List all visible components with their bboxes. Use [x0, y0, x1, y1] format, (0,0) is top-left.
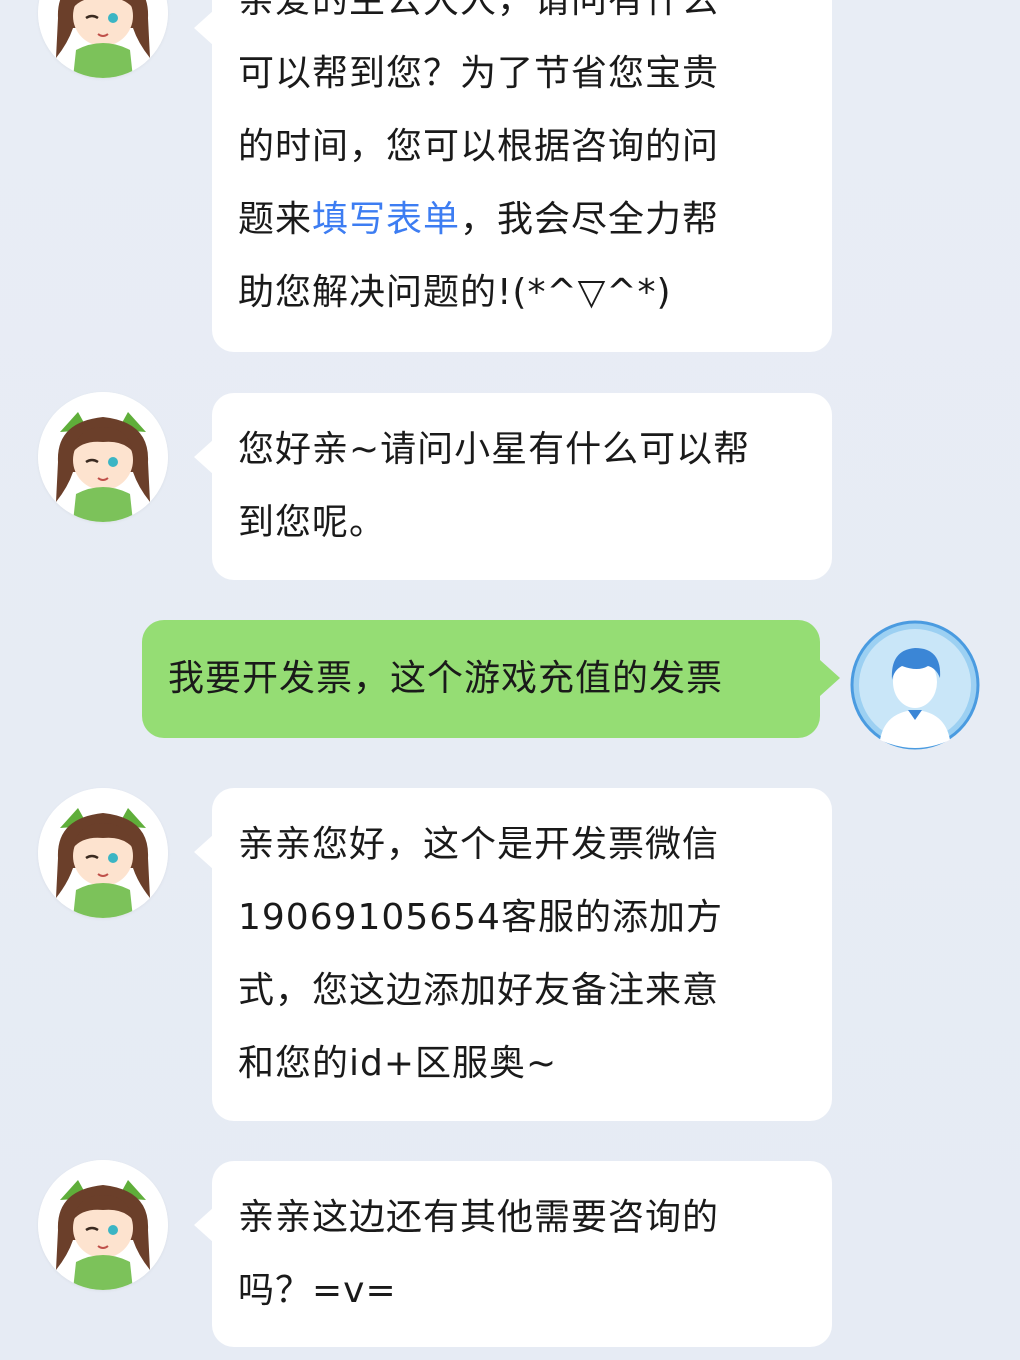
agent-message-bubble: 亲亲您好，这个是开发票微信 19069105654客服的添加方 式，您这边添加好… — [194, 788, 832, 1121]
message-line: 19069105654客服的添加方 — [238, 897, 723, 938]
agent-avatar-icon[interactable] — [38, 1160, 168, 1290]
user-silhouette-avatar-icon — [850, 620, 980, 750]
agent-message-bubble: 亲亲这边还有其他需要咨询的 吗？=v= — [194, 1161, 832, 1347]
message-line: 亲亲这边还有其他需要咨询的 — [238, 1197, 720, 1238]
anime-girl-avatar-icon — [38, 788, 168, 918]
anime-girl-avatar-icon — [38, 1160, 168, 1290]
message-line: 亲亲您好，这个是开发票微信 — [238, 824, 720, 865]
message-line: 题来填写表单，我会尽全力帮 — [238, 183, 806, 256]
message-line: 的时间，您可以根据咨询的问 — [238, 126, 720, 167]
message-line: 式，您这边添加好友备注来意 — [238, 970, 720, 1011]
message-line: 到您呢。 — [238, 502, 387, 543]
message-text: 我要开发票，这个游戏充值的发票 — [168, 658, 724, 699]
user-avatar-icon[interactable] — [850, 620, 980, 750]
agent-message-bubble: 您好亲~请问小星有什么可以帮 到您呢。 — [194, 393, 832, 580]
message-text: 题来 — [238, 199, 313, 240]
message-line: 助您解决问题的!(*^▽^*) — [238, 272, 672, 313]
fill-form-link[interactable]: 填写表单 — [312, 199, 460, 240]
message-line: 您好亲~请问小星有什么可以帮 — [238, 429, 751, 470]
user-message-bubble: 我要开发票，这个游戏充值的发票 — [142, 620, 840, 738]
agent-message-bubble: 亲爱的主公大人，请问有什么 可以帮到您？为了节省您宝贵 的时间，您可以根据咨询的… — [194, 0, 832, 352]
agent-avatar-icon[interactable] — [38, 0, 168, 78]
agent-avatar-icon[interactable] — [38, 392, 168, 522]
agent-avatar-icon[interactable] — [38, 788, 168, 918]
message-text: ，我会尽全力帮 — [460, 199, 720, 240]
anime-girl-avatar-icon — [38, 0, 168, 78]
message-line: 和您的id+区服奥~ — [238, 1043, 558, 1084]
message-line: 可以帮到您？为了节省您宝贵 — [238, 53, 720, 94]
message-line: 吗？=v= — [238, 1270, 397, 1311]
anime-girl-avatar-icon — [38, 392, 168, 522]
message-line: 亲爱的主公大人，请问有什么 — [238, 0, 720, 21]
